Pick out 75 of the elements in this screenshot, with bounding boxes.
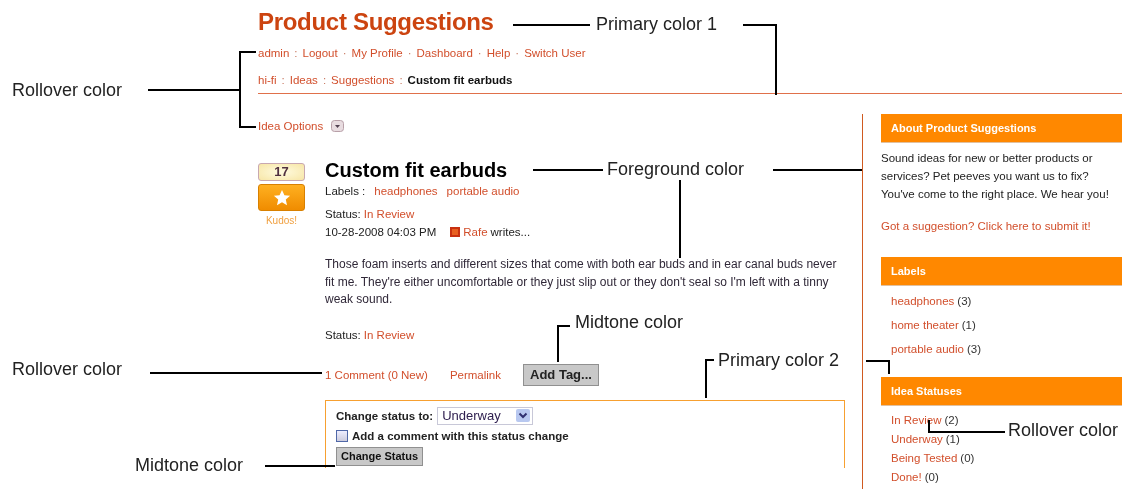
star-icon [272, 188, 291, 207]
idea-options-link[interactable]: Idea Options [258, 120, 324, 132]
nav-link[interactable]: Help [486, 47, 511, 59]
separator-text: · [515, 47, 520, 59]
status-caption: Status: [325, 207, 361, 221]
sidebar-link[interactable]: headphones [891, 294, 955, 308]
avatar-icon [450, 227, 461, 237]
post-timestamp: 10-28-2008 04:03 PM [325, 225, 437, 239]
checkbox-label: Add a comment with this status change [352, 429, 569, 442]
separator-text: · [407, 47, 412, 59]
separator-text: : [399, 74, 403, 86]
nav-link[interactable]: Switch User [524, 47, 586, 59]
section-header: Idea Statuses [881, 377, 1122, 406]
checkbox[interactable] [336, 429, 348, 442]
annotation-label: Rollover color [12, 79, 123, 101]
status-caption: Status: [325, 327, 361, 342]
item-count: (0) [924, 470, 939, 484]
author-suffix: writes... [490, 225, 531, 239]
label-link[interactable]: headphones [374, 184, 438, 198]
sidebar-link[interactable]: portable audio [891, 342, 964, 356]
item-count: (3) [966, 342, 981, 356]
status-link[interactable]: In Review [363, 207, 415, 221]
chevron-down-icon [516, 409, 531, 422]
kudos-count: 17 [258, 163, 305, 181]
page-title: Product Suggestions [258, 7, 494, 37]
separator-text: : [322, 74, 327, 86]
comments-link[interactable]: 1 Comment (0 New) [325, 368, 428, 381]
item-count: (3) [957, 294, 972, 308]
item-count: (2) [944, 413, 959, 427]
breadcrumb-link[interactable]: Suggestions [331, 74, 395, 86]
breadcrumb-link[interactable]: hi-fi [258, 74, 277, 86]
dropdown-icon[interactable] [331, 120, 345, 132]
status-caption: Change status to: [336, 409, 434, 422]
leader-line [264, 465, 336, 467]
annotation-label: Midtone color [575, 311, 684, 333]
change-status-button[interactable]: Change Status [336, 446, 423, 466]
nav-link[interactable]: Logout [302, 47, 338, 59]
sidebar-link[interactable]: home theater [891, 318, 959, 332]
annotation-label: Primary color 2 [718, 349, 840, 371]
sidebar-link[interactable]: Done! [891, 470, 922, 484]
section-header: About Product Suggestions [881, 114, 1122, 143]
separator-text: : [281, 74, 285, 86]
separator-text: : [294, 47, 298, 59]
kudos-button[interactable] [258, 184, 305, 211]
submit-link[interactable]: Got a suggestion? Click here to submit it! [881, 217, 1122, 235]
leader-line [557, 325, 571, 363]
permalink-link[interactable]: Permalink [449, 368, 502, 381]
section-header: Labels [881, 257, 1122, 286]
label-link[interactable]: portable audio [446, 184, 520, 198]
about-text: Sound ideas for new or better products or services? Pet peeves you want us to fix? You've come to the right place. We hear you! [881, 151, 1110, 202]
separator-text: · [342, 47, 347, 59]
idea-body: Those foam inserts and different sizes that come with both ear buds and in ear canal buds never fit me. They're either uncomfortable or they just slip out or they don't seal so I'm left with a tinny weak sound. [325, 256, 838, 308]
breadcrumb-link[interactable]: Ideas [289, 74, 318, 86]
item-count: (1) [945, 432, 960, 446]
sidebar-link[interactable]: Being Tested [891, 451, 958, 465]
item-count: (0) [960, 451, 975, 465]
add-tag-button[interactable]: Add Tag... [523, 363, 599, 386]
annotation-label: Midtone color [135, 454, 244, 476]
author-link[interactable]: Rafe [463, 225, 488, 239]
status-link[interactable]: In Review [363, 327, 415, 342]
separator-text: · [477, 47, 482, 59]
status-dropdown[interactable]: Underway [437, 406, 534, 425]
labels-caption: Labels : [325, 184, 366, 198]
idea-title: Custom fit earbuds [325, 158, 508, 182]
nav-link[interactable]: Dashboard [416, 47, 473, 59]
annotation-label: Rollover color [12, 358, 123, 380]
annotation-label: Rollover color [1008, 419, 1119, 441]
annotation-label: Foreground color [607, 158, 745, 180]
nav-link[interactable]: admin [258, 47, 290, 59]
annotation-label: Primary color 1 [596, 13, 718, 35]
kudos-label: Kudos! [265, 215, 298, 226]
item-count: (1) [961, 318, 976, 332]
nav-link[interactable]: My Profile [351, 47, 403, 59]
sidebar-link[interactable]: Underway [891, 432, 943, 446]
breadcrumb-current: Custom fit earbuds [407, 74, 513, 86]
